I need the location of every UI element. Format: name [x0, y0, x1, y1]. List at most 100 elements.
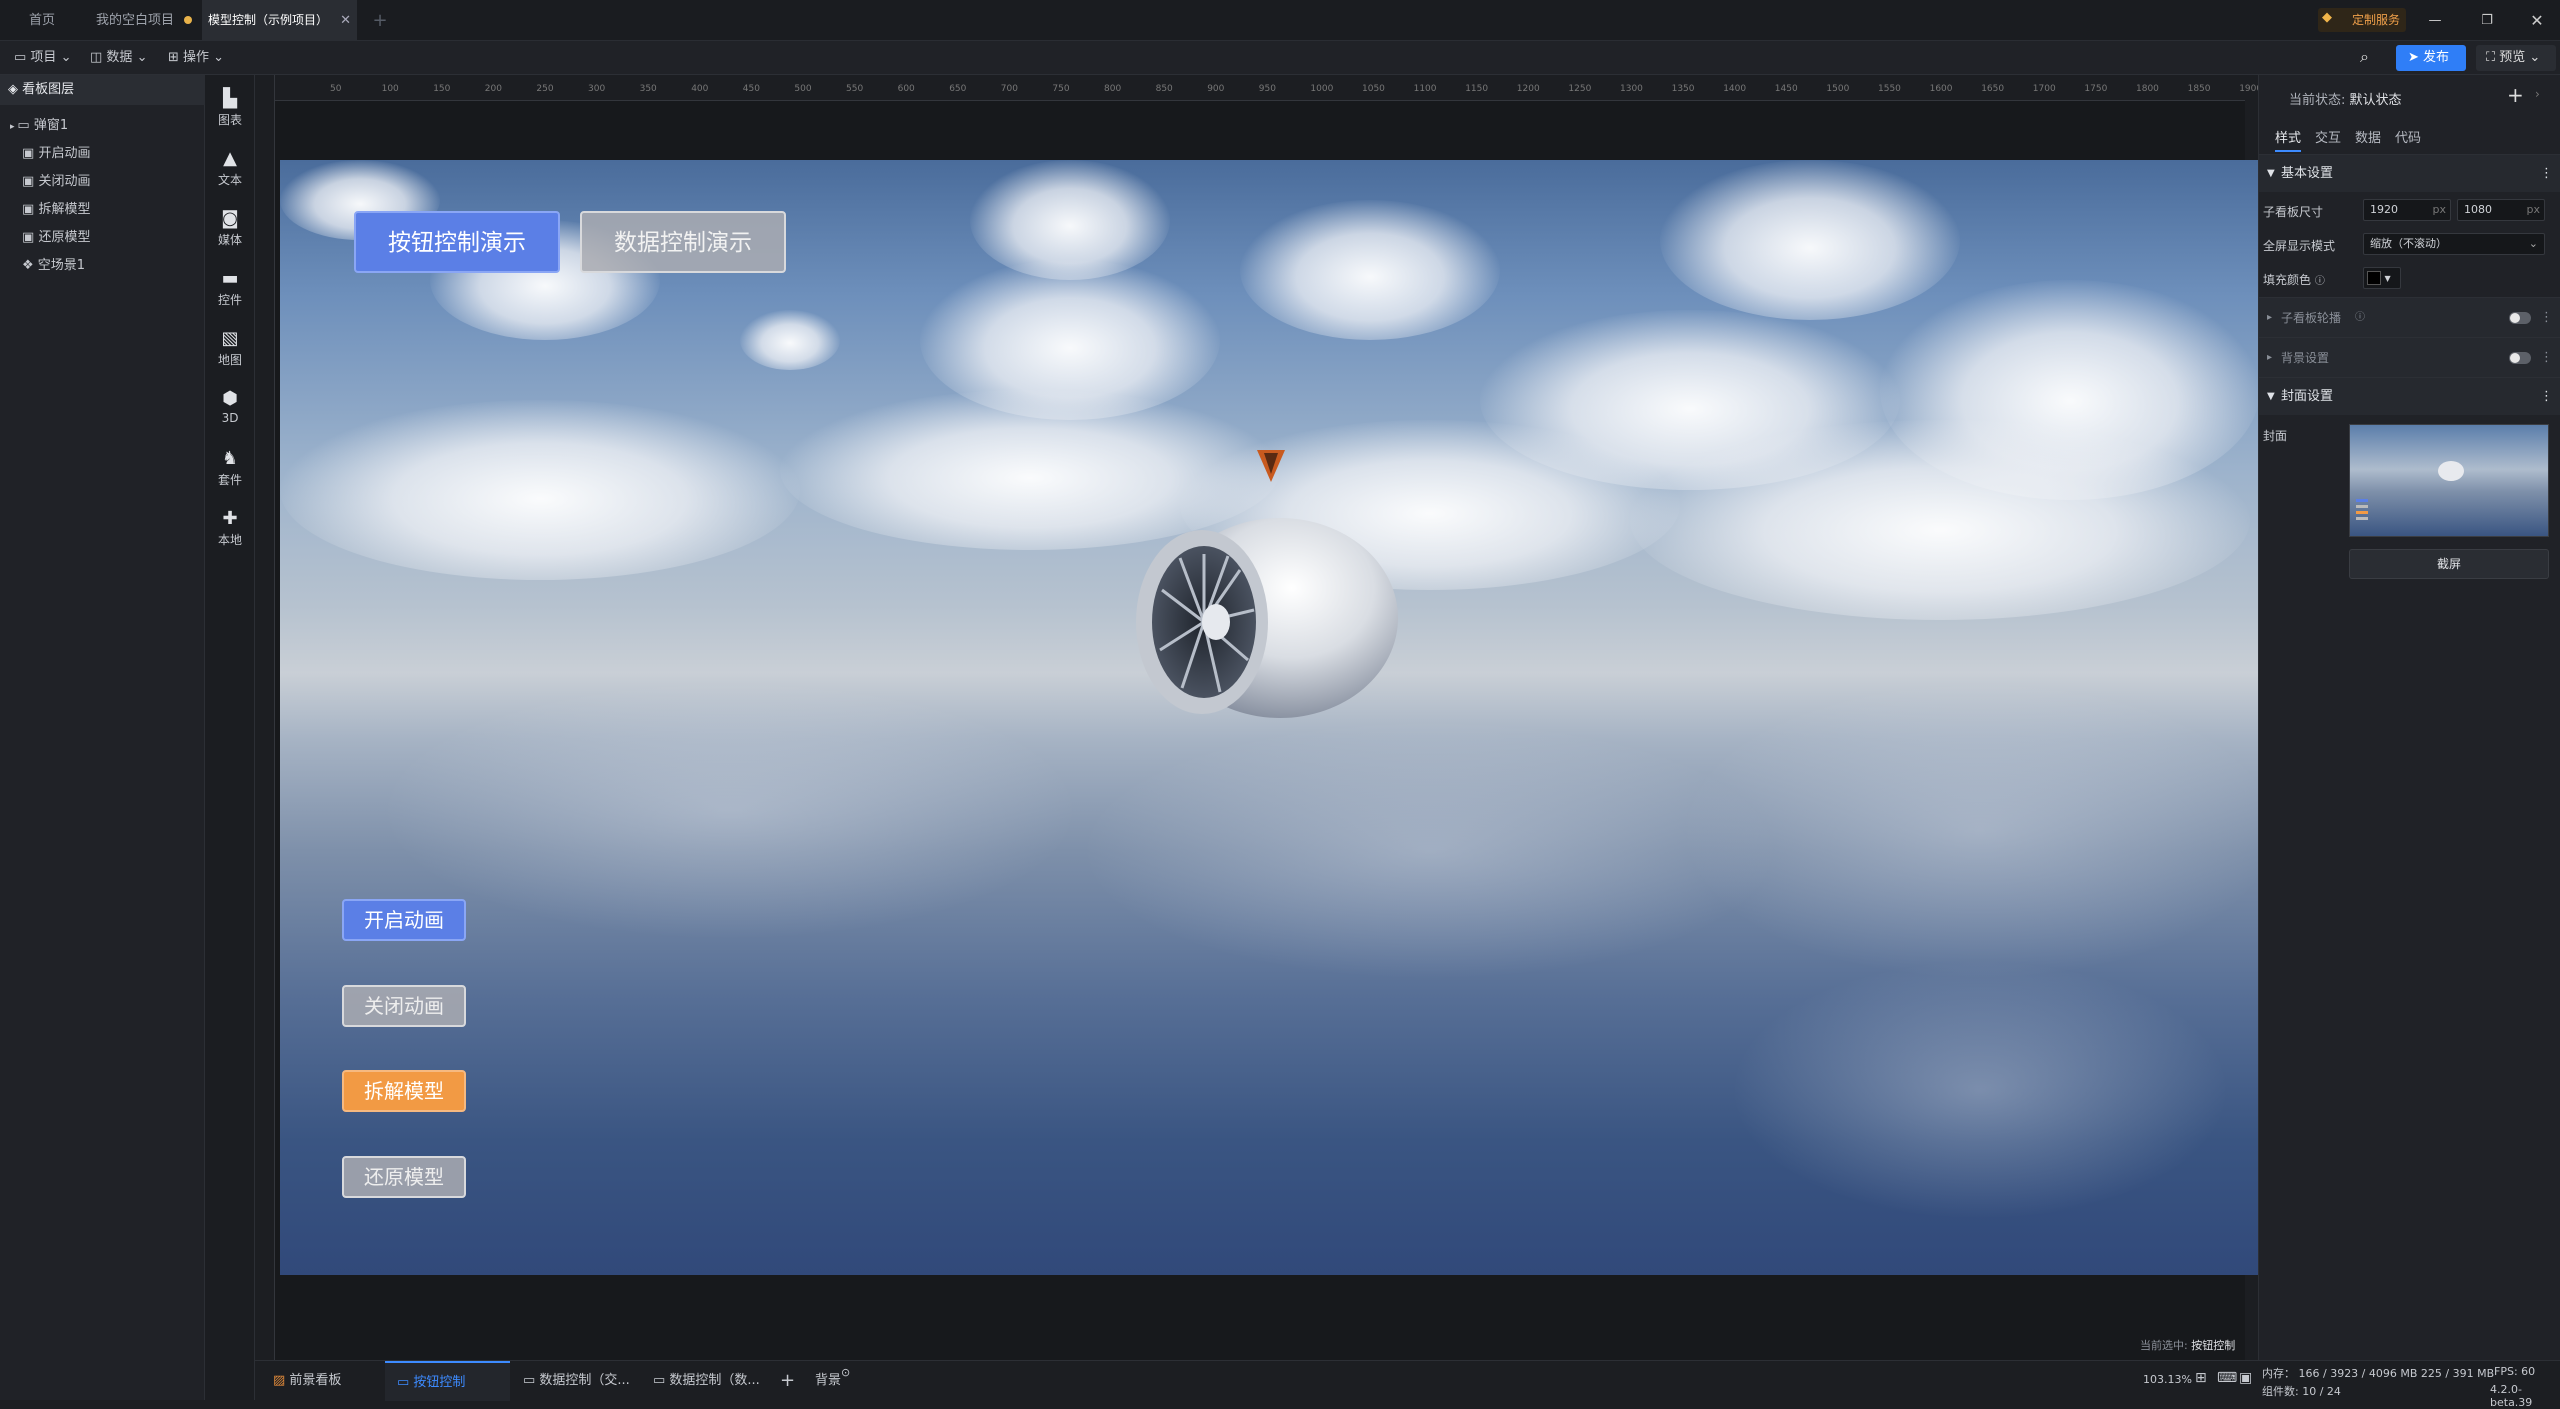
- tab-model-control-label: 模型控制（示例项目）: [208, 13, 329, 27]
- section-background[interactable]: ▸ 背景设置 ⋮: [2259, 337, 2560, 377]
- section-basic[interactable]: ▼ 基本设置 ⋮: [2259, 154, 2560, 192]
- tab-button-control[interactable]: ▭ 按钮控制: [385, 1361, 510, 1401]
- more-icon[interactable]: ⋮: [2540, 155, 2553, 193]
- layer-item-disassemble[interactable]: ▣ 拆解模型: [0, 196, 205, 224]
- zoom-level[interactable]: 103.13%: [2143, 1373, 2192, 1386]
- component-widget[interactable]: ▬ 控件: [205, 261, 255, 321]
- preview-label: 预览: [2499, 50, 2526, 65]
- more-icon[interactable]: ⋮: [2540, 338, 2553, 378]
- jet-engine-model[interactable]: [1120, 510, 1420, 730]
- component-local[interactable]: ✚ 本地: [205, 501, 255, 561]
- caret-down-icon: ▼: [2384, 274, 2391, 283]
- start-animation-button[interactable]: 开启动画: [342, 899, 466, 941]
- disassemble-model-button[interactable]: 拆解模型: [342, 1070, 466, 1112]
- tab-data[interactable]: 数据: [2355, 127, 2381, 146]
- layer-label: 还原模型: [38, 230, 91, 245]
- fullscreen-select[interactable]: 缩放（不滚动） ⌄: [2363, 233, 2545, 255]
- data-control-demo-button[interactable]: 数据控制演示: [580, 211, 786, 273]
- add-state-icon[interactable]: +: [2507, 83, 2524, 107]
- new-tab-icon[interactable]: +: [368, 0, 392, 41]
- layer-item-stop[interactable]: ▣ 关闭动画: [0, 168, 205, 196]
- cover-thumbnail[interactable]: [2349, 424, 2549, 537]
- component-map[interactable]: ▧ 地图: [205, 321, 255, 381]
- section-basic-title: 基本设置: [2281, 166, 2334, 181]
- state-label: 当前状态:: [2289, 93, 2346, 108]
- ruler-tick-label: 250: [536, 84, 554, 94]
- caret-right-icon: ▸: [2267, 352, 2273, 363]
- component-text[interactable]: ▲ 文本: [205, 141, 255, 201]
- keyboard-icon[interactable]: ⌨: [2217, 1370, 2237, 1386]
- layer-item-start[interactable]: ▣ 开启动画: [0, 140, 205, 168]
- tab-code[interactable]: 代码: [2395, 127, 2421, 146]
- help-icon[interactable]: ⓘ: [2355, 298, 2365, 338]
- preview-button[interactable]: ⛶ 预览 ⌄: [2476, 45, 2556, 71]
- chart-icon: ▙: [223, 88, 237, 109]
- terminal-icon[interactable]: ▣: [2239, 1370, 2252, 1386]
- width-input[interactable]: 1920 px: [2363, 199, 2451, 221]
- tab-data-control-interaction[interactable]: ▭ 数据控制（交...: [515, 1361, 640, 1401]
- tab-background[interactable]: 背景 ⊙: [815, 1361, 875, 1401]
- screenshot-button[interactable]: 截屏: [2349, 549, 2549, 579]
- component-kit[interactable]: ♞ 套件: [205, 441, 255, 501]
- restore-model-button[interactable]: 还原模型: [342, 1156, 466, 1198]
- component-label: 文本: [217, 173, 242, 187]
- ruler-tick-label: 1150: [1465, 84, 1489, 94]
- location-marker-icon[interactable]: [1255, 448, 1287, 484]
- close-tab-icon[interactable]: ✕: [340, 0, 351, 41]
- layer-item-popup[interactable]: ▸ ▭ 弹窗1: [0, 112, 205, 140]
- fill-color-picker[interactable]: ▼: [2363, 267, 2401, 289]
- settings-icon[interactable]: ⊙: [841, 1353, 850, 1393]
- help-icon[interactable]: ⓘ: [2315, 276, 2325, 287]
- fit-screen-icon[interactable]: ⊞: [2195, 1370, 2207, 1386]
- board-canvas[interactable]: 按钮控制演示 数据控制演示 开启动画 关闭动画 拆解模型 还原模型: [280, 160, 2258, 1275]
- background-toggle[interactable]: [2509, 352, 2531, 364]
- component-3d[interactable]: ⬢ 3D: [205, 381, 255, 441]
- stop-animation-button[interactable]: 关闭动画: [342, 985, 466, 1027]
- tab-style[interactable]: 样式: [2275, 127, 2302, 152]
- minimize-icon[interactable]: —: [2420, 0, 2450, 41]
- ruler-tick-label: 1050: [1362, 84, 1385, 94]
- fill-color-label: 填充颜色 ⓘ: [2263, 271, 2325, 288]
- cloud-reflection: [1730, 960, 2230, 1220]
- fill-color-text: 填充颜色: [2263, 273, 2312, 287]
- tab-interaction[interactable]: 交互: [2315, 127, 2341, 146]
- title-bar: 首页 我的空白项目 模型控制（示例项目） ✕ + ◆ 定制服务 — ❐ ✕: [0, 0, 2560, 41]
- tab-foreground-board[interactable]: ▨ 前景看板: [265, 1361, 380, 1401]
- section-carousel[interactable]: ▸ 子看板轮播 ⓘ ⋮: [2259, 297, 2560, 337]
- chevron-right-icon[interactable]: ›: [2535, 87, 2540, 101]
- menu-data[interactable]: ◫ 数据 ⌄: [90, 41, 147, 75]
- section-cover[interactable]: ▼ 封面设置 ⋮: [2259, 377, 2560, 415]
- layer-item-scene[interactable]: ❖ 空场景1: [0, 252, 205, 280]
- ruler-tick-label: 1600: [1929, 84, 1953, 94]
- height-input[interactable]: 1080 px: [2457, 199, 2545, 221]
- board-icon: ▭: [523, 1373, 540, 1388]
- tab-data-control-data[interactable]: ▭ 数据控制（数...: [645, 1361, 770, 1401]
- ruler-tick-label: 1550: [1878, 84, 1901, 94]
- carousel-toggle[interactable]: [2509, 312, 2531, 324]
- menu-project[interactable]: ▭ 项目 ⌄: [14, 41, 71, 75]
- component-bar: ▙ 图表 ▲ 文本 ◙ 媒体 ▬ 控件 ▧ 地图 ⬢ 3D ♞ 套件 ✚ 本地: [205, 75, 255, 1400]
- ruler-tick-label: 600: [897, 84, 915, 94]
- restore-icon[interactable]: ❐: [2472, 0, 2502, 41]
- custom-service-button[interactable]: ◆ 定制服务: [2318, 8, 2406, 32]
- ruler-tick-label: 1200: [1516, 84, 1540, 94]
- button-control-demo[interactable]: 按钮控制演示: [354, 211, 560, 273]
- component-chart[interactable]: ▙ 图表: [205, 81, 255, 141]
- search-icon[interactable]: ⌕: [2360, 47, 2369, 67]
- tab-model-control[interactable]: 模型控制（示例项目） ✕: [202, 0, 357, 41]
- close-window-icon[interactable]: ✕: [2522, 0, 2552, 41]
- more-icon[interactable]: ⋮: [2540, 378, 2553, 416]
- more-icon[interactable]: ⋮: [2540, 298, 2553, 338]
- caret-down-icon: ▼: [2267, 391, 2275, 402]
- ruler-tick-label: 800: [1104, 84, 1122, 94]
- engine-thumbnail: [2438, 461, 2464, 481]
- file-icon: ▭: [14, 50, 31, 65]
- publish-button[interactable]: ➤ 发布: [2396, 45, 2466, 71]
- component-label: 图表: [217, 113, 242, 127]
- component-media[interactable]: ◙ 媒体: [205, 201, 255, 261]
- layer-item-restore[interactable]: ▣ 还原模型: [0, 224, 205, 252]
- tab-blank-project[interactable]: 我的空白项目: [84, 0, 202, 41]
- tab-home[interactable]: 首页: [0, 0, 84, 41]
- add-board-icon[interactable]: +: [780, 1361, 800, 1401]
- menu-operation[interactable]: ⊞ 操作 ⌄: [168, 41, 224, 75]
